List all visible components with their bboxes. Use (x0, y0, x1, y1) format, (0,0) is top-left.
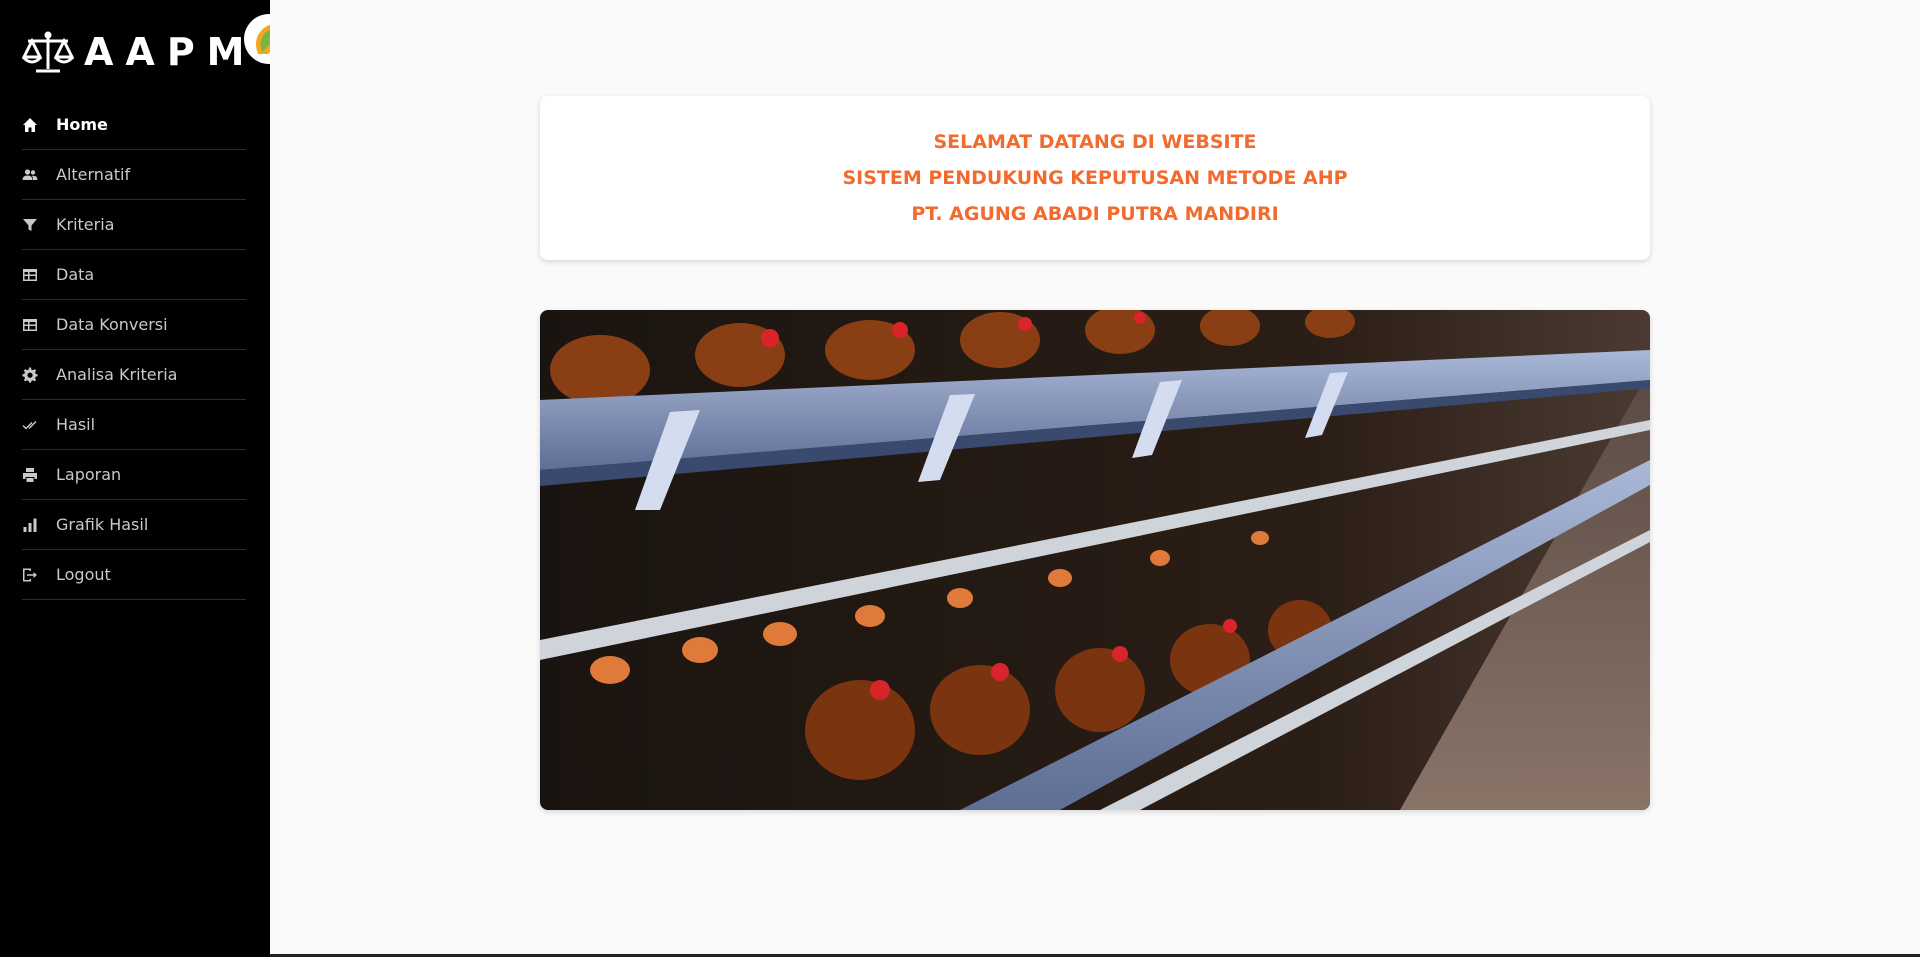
sidebar-item-label: Laporan (56, 465, 122, 484)
sidebar-item-label: Kriteria (56, 215, 115, 234)
sidebar-item-data-konversi[interactable]: Data Konversi (22, 300, 246, 350)
main-content: SELAMAT DATANG DI WEBSITE SISTEM PENDUKU… (270, 0, 1920, 957)
sidebar-item-label: Logout (56, 565, 111, 584)
hero-image-poultry-farm (540, 310, 1650, 810)
welcome-line-3: PT. AGUNG ABADI PUTRA MANDIRI (911, 203, 1279, 225)
brand[interactable]: AAPM (22, 28, 256, 76)
printer-icon (22, 467, 56, 483)
sidebar-item-laporan[interactable]: Laporan (22, 450, 246, 500)
home-icon (22, 117, 56, 133)
bar-chart-icon (22, 517, 56, 533)
sidebar-item-alternatif[interactable]: Alternatif (22, 150, 246, 200)
welcome-card: SELAMAT DATANG DI WEBSITE SISTEM PENDUKU… (540, 96, 1650, 260)
logout-icon (22, 567, 56, 583)
sidebar-item-label: Data Konversi (56, 315, 168, 334)
sidebar-item-analisa-kriteria[interactable]: Analisa Kriteria (22, 350, 246, 400)
sidebar-item-label: Alternatif (56, 165, 131, 184)
sidebar-item-hasil[interactable]: Hasil (22, 400, 246, 450)
sidebar-item-label: Grafik Hasil (56, 515, 149, 534)
sidebar-item-data[interactable]: Data (22, 250, 246, 300)
sidebar-nav: Home Alternatif Kriteria Data Data Konve… (22, 100, 246, 600)
table-icon (22, 317, 56, 333)
sidebar-item-label: Home (56, 115, 108, 134)
sidebar-item-home[interactable]: Home (22, 100, 246, 150)
sidebar-item-label: Data (56, 265, 95, 284)
welcome-line-2: SISTEM PENDUKUNG KEPUTUSAN METODE AHP (842, 167, 1348, 189)
sidebar-item-logout[interactable]: Logout (22, 550, 246, 600)
filter-icon (22, 217, 56, 233)
double-check-icon (22, 417, 56, 433)
welcome-line-1: SELAMAT DATANG DI WEBSITE (933, 131, 1257, 153)
table-icon (22, 267, 56, 283)
users-icon (22, 167, 56, 183)
sidebar: AAPM Home Alternatif Kriteria Data Data … (0, 0, 294, 957)
gear-icon (22, 367, 56, 383)
balance-scale-icon (22, 31, 74, 73)
sidebar-item-kriteria[interactable]: Kriteria (22, 200, 246, 250)
sidebar-item-label: Hasil (56, 415, 96, 434)
sidebar-item-grafik-hasil[interactable]: Grafik Hasil (22, 500, 246, 550)
brand-name: AAPM (84, 30, 257, 74)
sidebar-item-label: Analisa Kriteria (56, 365, 178, 384)
